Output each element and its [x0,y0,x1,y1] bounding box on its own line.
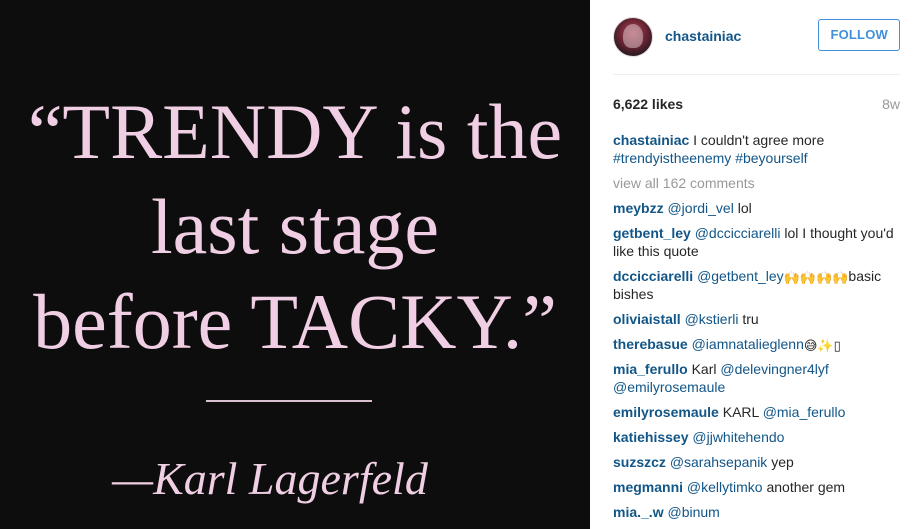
comment-item: suzszcz @sarahsepanik yep [613,453,900,471]
comment-mention[interactable]: @dccicciarelli [695,225,781,241]
comment-mention[interactable]: @iamnatalieglenn [692,336,804,352]
comment-username[interactable]: mia_ferullo [613,361,688,377]
comment-mention[interactable]: @sarahsepanik [670,454,768,470]
post-header: chastainiac FOLLOW [613,0,900,75]
comment-text: tru [738,311,759,327]
instagram-post: “TRENDY is the last stage before TACKY.”… [0,0,915,529]
comment-item: emilyrosemaule KARL @mia_ferullo [613,403,900,421]
avatar[interactable] [613,17,653,57]
comment-username[interactable]: dccicciarelli [613,268,693,284]
hashtag[interactable]: #trendyistheenemy [613,150,731,166]
hashtag[interactable]: #beyourself [735,150,807,166]
quote-author: —Karl Lagerfeld [112,453,428,504]
comment-item: meybzz @jordi_vel lol [613,199,900,217]
comment-text: lol [733,200,752,216]
comment-username[interactable]: getbent_ley [613,225,691,241]
caption-text: I couldn't agree more [693,132,825,148]
sweat-smile-emoji-icon: 😅✨▯ [803,338,841,353]
comment-item: mia._.w @binum [613,503,900,521]
comment-username[interactable]: suzszcz [613,454,666,470]
comment-username[interactable]: oliviaistall [613,311,681,327]
caption: chastainiac I couldn't agree more #trend… [613,131,900,167]
comments-list: chastainiac I couldn't agree more #trend… [613,131,900,521]
comment-item: therebasue @iamnatalieglenn 😅✨▯ [613,335,900,353]
comment-item: mia_ferullo Karl @delevingner4lyf @emily… [613,360,900,396]
post-sidebar: chastainiac FOLLOW 6,622 likes 8w chasta… [590,0,915,529]
quote-line-2: last stage [150,183,440,270]
post-image[interactable]: “TRENDY is the last stage before TACKY.”… [0,0,590,529]
stats-row: 6,622 likes 8w [613,95,900,113]
caption-username[interactable]: chastainiac [613,132,689,148]
comment-mention[interactable]: @getbent_ley [697,268,784,284]
view-all-comments-link[interactable]: view all 162 comments [613,174,900,192]
comment-mention[interactable]: @jordi_vel [667,200,733,216]
comment-mention[interactable]: @mia_ferullo [763,404,846,420]
comment-mention[interactable]: @binum [667,504,719,520]
comment-mention[interactable]: @emilyrosemaule [613,379,725,395]
comment-item: oliviaistall @kstierli tru [613,310,900,328]
comment-item: megmanni @kellytimko another gem [613,478,900,496]
comment-item: getbent_ley @dccicciarelli lol I thought… [613,224,900,260]
comment-mention[interactable]: @jjwhitehendo [692,429,784,445]
comment-item: katiehissey @jjwhitehendo [613,428,900,446]
quote-line-1: “TRENDY is the [27,88,563,175]
comment-mention[interactable]: @kellytimko [687,479,763,495]
comment-item: dccicciarelli @getbent_ley🙌🙌🙌🙌basic bish… [613,267,900,303]
follow-button[interactable]: FOLLOW [818,19,900,51]
header-username[interactable]: chastainiac [665,28,818,44]
comment-text: KARL [718,404,763,420]
comment-username[interactable]: mia._.w [613,504,664,520]
quote-divider [206,400,372,402]
comment-username[interactable]: meybzz [613,200,664,216]
likes-count[interactable]: 6,622 likes [613,95,683,113]
comment-username[interactable]: therebasue [613,336,688,352]
quote-line-3: before TACKY.” [33,278,557,365]
post-time[interactable]: 8w [882,95,900,113]
comment-mention[interactable]: @kstierli [685,311,739,327]
comment-text: Karl [687,361,721,377]
comment-text: another gem [762,479,846,495]
raised-hands-emoji-icon: 🙌🙌🙌🙌 [783,270,849,285]
comment-username[interactable]: katiehissey [613,429,689,445]
comment-username[interactable]: megmanni [613,479,683,495]
comment-mention[interactable]: @delevingner4lyf [720,361,828,377]
comment-username[interactable]: emilyrosemaule [613,404,719,420]
comment-text: yep [767,454,794,470]
